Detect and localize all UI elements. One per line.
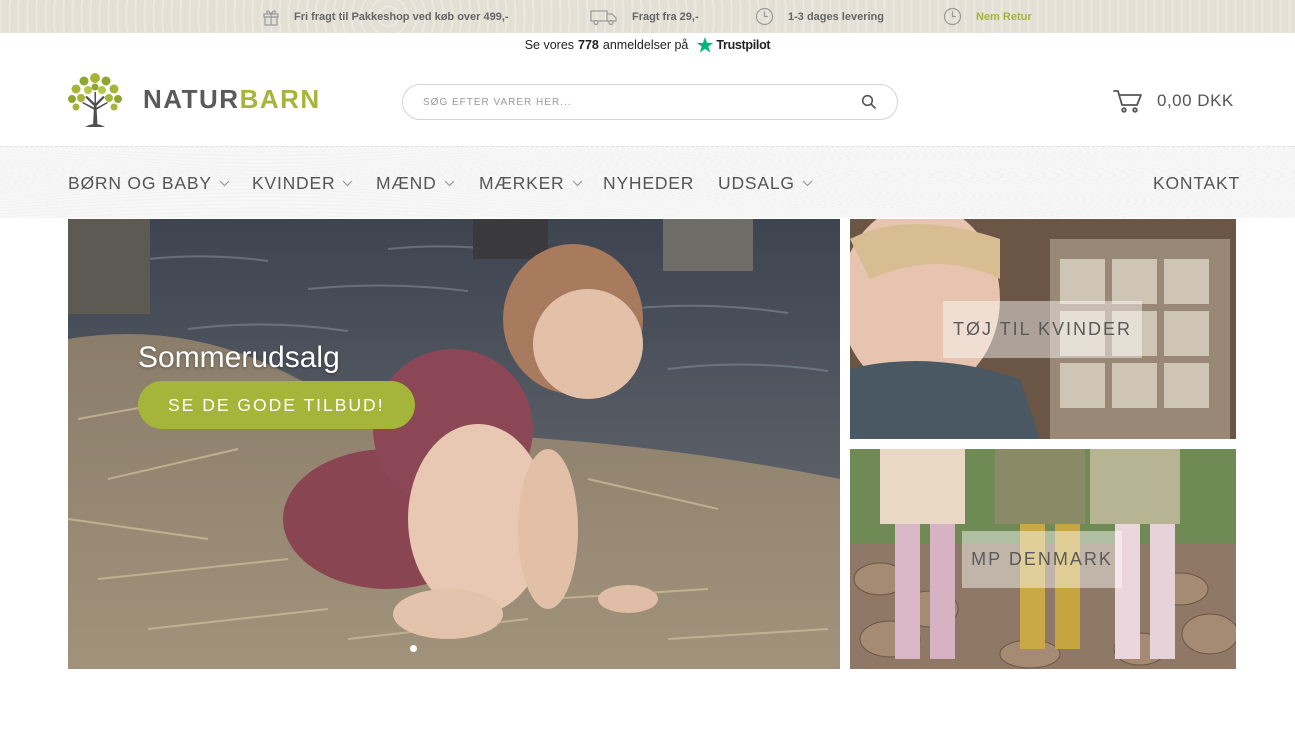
nav-item-kvinder[interactable]: KVINDER [252,173,353,194]
hero-banner[interactable]: Sommerudsalg SE DE GODE TILBUD! [68,219,840,669]
chevron-down-icon [342,180,353,187]
category-tile-mp-denmark[interactable]: MP DENMARK [850,449,1236,669]
usp-shipping-price: Fragt fra 29,- [590,0,699,33]
tree-logo-icon [68,73,122,127]
clock-icon [943,7,962,26]
nav-item-maend[interactable]: MÆND [376,173,455,194]
chevron-down-icon [802,180,813,187]
nav-item-udsalg[interactable]: UDSALG [718,173,813,194]
hero-image [68,219,840,669]
trustpilot-star-icon [697,37,714,53]
search-icon[interactable] [861,94,877,110]
tile-label-mp-denmark: MP DENMARK [962,531,1122,588]
carousel-dots [410,645,417,652]
main-nav: BØRN OG BABY KVINDER MÆND MÆRKER NYHEDER… [0,146,1295,218]
cart-total: 0,00 DKK [1157,91,1234,110]
nav-item-kontakt[interactable]: KONTAKT [1153,173,1240,194]
logo-wordmark: NATURBARN [143,83,321,114]
chevron-down-icon [572,180,582,187]
gift-icon [263,9,279,26]
carousel-dot[interactable] [410,645,417,652]
nav-item-boern-og-baby[interactable]: BØRN OG BABY [68,173,230,194]
cart-button[interactable]: 0,00 DKK [1113,88,1234,114]
category-tile-women[interactable]: TØJ TIL KVINDER [850,219,1236,439]
trustpilot-reviews[interactable]: Se vores 778 anmeldelser på Trustpilot [0,34,1295,56]
chevron-down-icon [444,180,454,187]
usp-free-shipping: Fri fragt til Pakkeshop ved køb over 499… [262,0,509,33]
chevron-down-icon [219,180,230,187]
hero-title: Sommerudsalg [138,341,340,374]
search-input[interactable] [423,96,861,108]
tile-label-women: TØJ TIL KVINDER [943,301,1142,358]
usp-bar: Fri fragt til Pakkeshop ved køb over 499… [0,0,1295,33]
trustpilot-prefix: Se vores [524,38,575,52]
truck-icon [590,9,617,25]
nav-item-nyheder[interactable]: NYHEDER [603,173,694,194]
usp-easy-return[interactable]: Nem Retur [943,0,1032,33]
usp-delivery-time: 1-3 dages levering [755,0,884,33]
trustpilot-suffix: anmeldelser på [602,38,689,52]
cart-icon [1113,90,1142,113]
trustpilot-brand: Trustpilot [716,38,771,52]
clock-icon [755,7,774,26]
nav-item-maerker[interactable]: MÆRKER [479,173,583,194]
site-logo[interactable]: NATURBARN [67,70,321,128]
hero-cta-button[interactable]: SE DE GODE TILBUD! [138,381,415,429]
search-bar [402,84,898,120]
review-count: 778 [578,38,599,52]
